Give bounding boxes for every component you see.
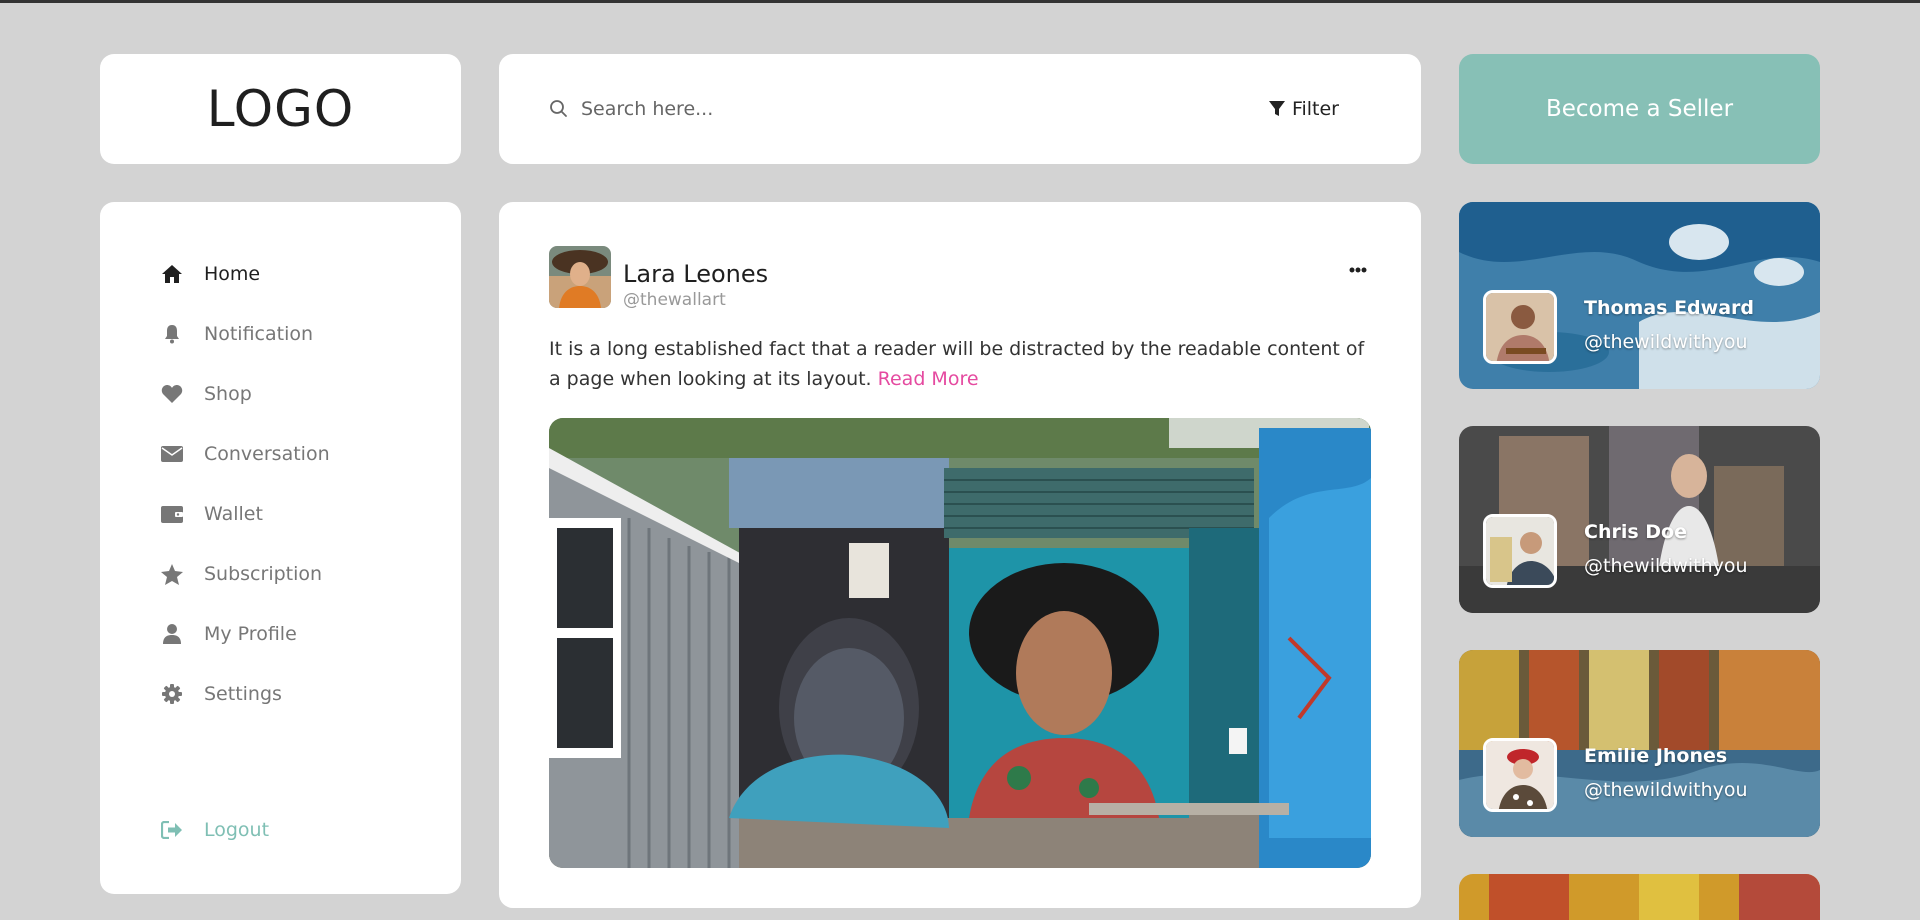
search-bar: Filter <box>499 54 1421 164</box>
star-icon <box>160 562 184 586</box>
filter-label: Filter <box>1291 98 1339 120</box>
user-card[interactable]: Emilie Jhones @thewildwithyou <box>1459 650 1820 837</box>
more-options-button[interactable] <box>1349 258 1367 277</box>
envelope-icon <box>160 442 184 466</box>
filter-button[interactable]: Filter <box>1268 98 1339 120</box>
user-avatar <box>1483 514 1557 588</box>
post-header: Lara Leones @thewallart <box>549 246 1371 310</box>
ellipsis-icon <box>1349 267 1367 273</box>
wallet-icon <box>160 502 184 526</box>
author-name[interactable]: Lara Leones <box>623 260 768 288</box>
user-name: Chris Doe <box>1584 521 1687 543</box>
author-avatar[interactable] <box>549 246 611 308</box>
sidebar-item-subscription[interactable]: Subscription <box>100 544 461 604</box>
logout-button[interactable]: Logout <box>100 800 269 860</box>
home-icon <box>160 262 184 286</box>
user-card[interactable]: Chris Doe @thewildwithyou <box>1459 426 1820 613</box>
bell-icon <box>160 322 184 346</box>
user-avatar <box>1483 290 1557 364</box>
gear-icon <box>160 682 184 706</box>
sidebar-item-label: Notification <box>204 323 314 345</box>
user-card-background <box>1459 874 1820 920</box>
sidebar-item-my-profile[interactable]: My Profile <box>100 604 461 664</box>
sidebar-item-notification[interactable]: Notification <box>100 304 461 364</box>
sidebar-item-home[interactable]: Home <box>100 244 461 304</box>
window-top-border <box>0 0 1920 3</box>
filter-icon <box>1268 101 1285 116</box>
user-name: Thomas Edward <box>1584 297 1755 319</box>
sidebar-item-shop[interactable]: Shop <box>100 364 461 424</box>
post-card: Lara Leones @thewallart It is a long est… <box>499 202 1421 908</box>
sidebar-item-label: Subscription <box>204 563 323 585</box>
sidebar: Home Notification Shop Conversation Wall… <box>100 202 461 894</box>
sidebar-item-label: Home <box>204 263 261 285</box>
sidebar-item-conversation[interactable]: Conversation <box>100 424 461 484</box>
become-seller-button[interactable]: Become a Seller <box>1459 54 1820 164</box>
heart-icon <box>160 382 184 406</box>
user-card-partial[interactable] <box>1459 874 1820 920</box>
user-handle: @thewildwithyou <box>1584 555 1748 577</box>
sidebar-item-settings[interactable]: Settings <box>100 664 461 724</box>
sidebar-item-label: My Profile <box>204 623 297 645</box>
logo: LOGO <box>206 80 355 138</box>
sign-out-icon <box>160 818 184 842</box>
sidebar-item-wallet[interactable]: Wallet <box>100 484 461 544</box>
post-text: It is a long established fact that a rea… <box>549 334 1371 394</box>
sidebar-item-label: Conversation <box>204 443 330 465</box>
read-more-link[interactable]: Read More <box>878 368 979 390</box>
logout-label: Logout <box>204 819 270 841</box>
user-icon <box>160 622 184 646</box>
sidebar-item-label: Settings <box>204 683 282 705</box>
sidebar-item-label: Wallet <box>204 503 263 525</box>
author-handle: @thewallart <box>623 290 726 310</box>
user-handle: @thewildwithyou <box>1584 331 1748 353</box>
user-card[interactable]: Thomas Edward @thewildwithyou <box>1459 202 1820 389</box>
search-input[interactable] <box>581 98 1201 120</box>
post-image[interactable] <box>549 418 1371 868</box>
user-avatar <box>1483 738 1557 812</box>
user-name: Emilie Jhones <box>1584 745 1728 767</box>
search-icon <box>549 99 569 119</box>
user-handle: @thewildwithyou <box>1584 779 1748 801</box>
sidebar-item-label: Shop <box>204 383 252 405</box>
logo-card[interactable]: LOGO <box>100 54 461 164</box>
